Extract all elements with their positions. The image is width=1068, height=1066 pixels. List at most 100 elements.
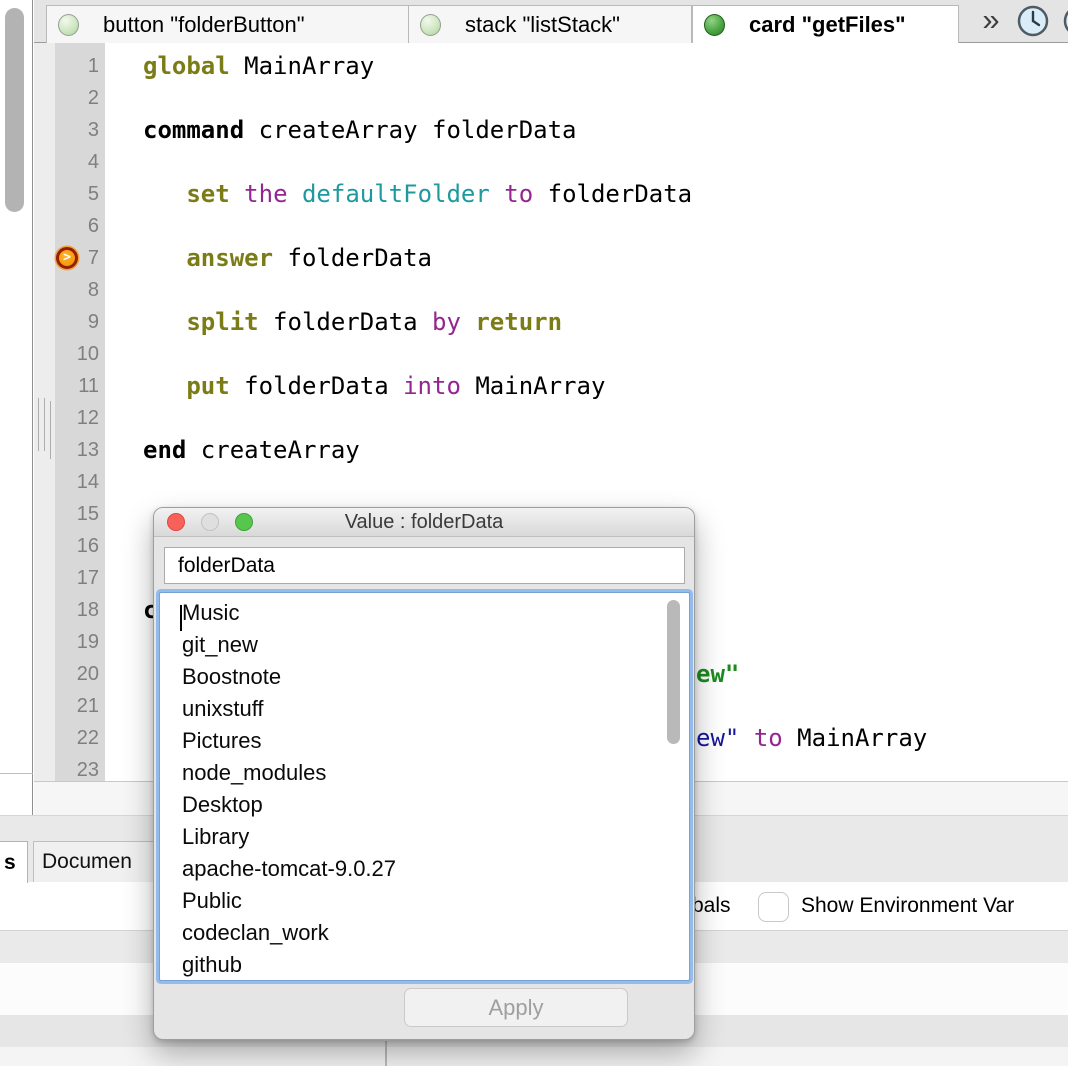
tab-variables-partial[interactable]: s [0,841,28,883]
code-line-11[interactable]: put folderData into MainArray [105,370,1068,402]
code-line-3[interactable]: command createArray folderData [105,114,1068,146]
value-list-item-8[interactable]: apache-tomcat-9.0.27 [160,853,689,885]
gutter-line-number[interactable]: 20 [55,658,105,690]
value-list-item-0[interactable]: Music [160,597,689,629]
gutter-line-number[interactable]: 13 [55,434,105,466]
variables-row-stripe [0,1047,1068,1066]
code-token: to [754,724,783,752]
splitter-grip-line [38,398,39,451]
editor-tab-2[interactable]: card "getFiles" [692,5,959,43]
editor-tab-1[interactable]: stack "listStack" [409,5,692,43]
gutter-line-number[interactable]: 10 [55,338,105,370]
code-token: folderData [259,308,432,336]
left-scrollbar-thumb[interactable] [5,8,24,212]
code-token: to [504,180,533,208]
gutter-line-number[interactable]: 19 [55,626,105,658]
code-token [143,180,186,208]
code-token: into [403,372,461,400]
code-line-5[interactable]: set the defaultFolder to folderData [105,178,1068,210]
value-list-item-2[interactable]: Boostnote [160,661,689,693]
dialog-title: Value : folderData [154,508,694,537]
gutter-line-number[interactable]: 16 [55,530,105,562]
code-token: folderData [230,372,403,400]
value-list-item-7[interactable]: Library [160,821,689,853]
gutter-line-number[interactable]: 6 [55,210,105,242]
gutter-line-number[interactable]: 8 [55,274,105,306]
apply-button[interactable]: Apply [404,988,628,1027]
editor-tab-label: button "folderButton" [103,12,305,38]
code-line-2[interactable] [105,82,1068,114]
splitter-grip-line [50,401,51,459]
pane-splitter[interactable] [34,43,55,781]
code-line-8[interactable] [105,274,1068,306]
code-token [461,308,475,336]
show-environment-label: Show Environment Var [801,882,1014,930]
line-number-gutter[interactable]: 1234567891011121314151617181920212223 [55,43,105,781]
code-line-6[interactable] [105,210,1068,242]
gutter-line-number[interactable]: 14 [55,466,105,498]
code-line-4[interactable] [105,146,1068,178]
code-token [490,180,504,208]
value-list-item-5[interactable]: node_modules [160,757,689,789]
code-token [739,724,753,752]
editor-tab-0[interactable]: button "folderButton" [46,5,409,43]
gutter-line-number[interactable]: 21 [55,690,105,722]
gutter-line-number[interactable]: 3 [55,114,105,146]
value-list-item-10[interactable]: codeclan_work [160,917,689,949]
code-token: createArray folderData [244,116,576,144]
variable-value-dialog: Value : folderData folderData Musicgit_n… [153,507,695,1040]
code-token [288,180,302,208]
gutter-line-number[interactable]: 4 [55,146,105,178]
left-panel-edge [0,0,33,815]
value-list-item-1[interactable]: git_new [160,629,689,661]
gutter-line-number[interactable]: 12 [55,402,105,434]
gutter-line-number[interactable]: 18 [55,594,105,626]
breakpoint-icon[interactable]: > [56,247,78,269]
show-globals-label-partial: bals [692,882,731,930]
value-list-item-3[interactable]: unixstuff [160,693,689,725]
code-line-12[interactable] [105,402,1068,434]
code-token: folderData [273,244,432,272]
code-token: createArray [186,436,359,464]
value-list-item-6[interactable]: Desktop [160,789,689,821]
code-token: split [186,308,258,336]
tab-overflow-chevron-icon[interactable]: » [970,0,1012,42]
editor-tab-label: stack "listStack" [465,12,620,38]
code-token: MainArray [230,52,375,80]
code-token: global [143,52,230,80]
dialog-titlebar[interactable]: Value : folderData [154,508,694,537]
variables-column-divider[interactable] [385,1041,387,1066]
list-scrollbar-thumb[interactable] [667,600,680,744]
value-list-item-4[interactable]: Pictures [160,725,689,757]
code-token: defaultFolder [302,180,490,208]
gutter-line-number[interactable]: 22 [55,722,105,754]
gutter-line-number[interactable]: 2 [55,82,105,114]
code-token: return [475,308,562,336]
gutter-line-number[interactable]: 11 [55,370,105,402]
variable-value-list[interactable]: Musicgit_newBoostnoteunixstuffPicturesno… [159,592,690,981]
value-list-item-9[interactable]: Public [160,885,689,917]
code-token: command [143,116,244,144]
code-line-9[interactable]: split folderData by return [105,306,1068,338]
gutter-line-number[interactable]: 9 [55,306,105,338]
clipped-toolbar-icon[interactable] [1062,4,1068,38]
code-token: put [186,372,229,400]
history-clock-icon[interactable] [1016,4,1050,38]
code-token: ew" [696,660,739,688]
code-line-10[interactable] [105,338,1068,370]
script-orb-pale-icon [58,14,79,36]
gutter-line-number[interactable]: 15 [55,498,105,530]
code-line-7[interactable]: answer folderData [105,242,1068,274]
code-line-14[interactable] [105,466,1068,498]
code-line-13[interactable]: end createArray [105,434,1068,466]
gutter-line-number[interactable]: 1 [55,50,105,82]
show-environment-checkbox[interactable] [758,892,789,922]
gutter-line-number[interactable]: 5 [55,178,105,210]
code-token: MainArray [461,372,606,400]
code-line-1[interactable]: global MainArray [105,50,1068,82]
left-rail-divider [0,773,33,774]
variable-name-field[interactable]: folderData [164,547,685,584]
value-list-item-11[interactable]: github [160,949,689,981]
gutter-line-number[interactable]: 17 [55,562,105,594]
code-token: answer [186,244,273,272]
